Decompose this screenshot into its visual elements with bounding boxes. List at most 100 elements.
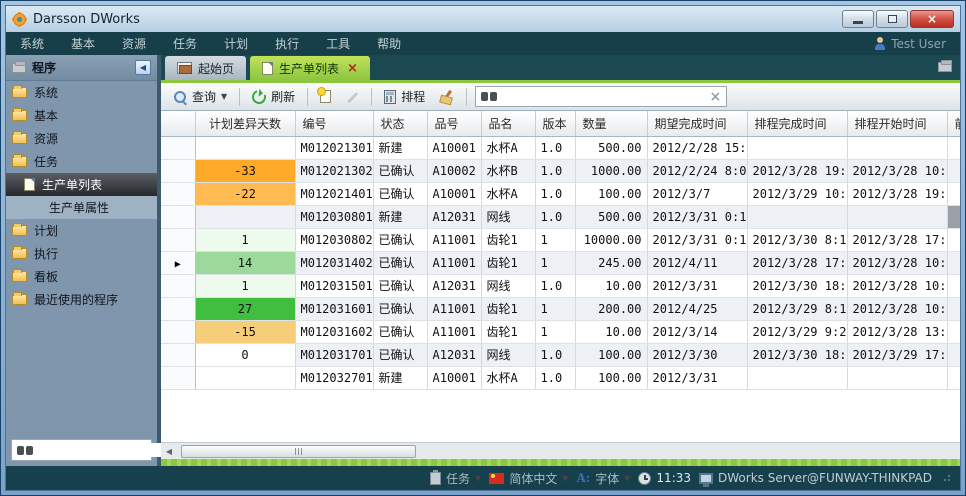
clean-button[interactable]	[435, 88, 458, 106]
close-button[interactable]: ×	[910, 10, 954, 28]
scrollbar-thumb[interactable]	[181, 445, 416, 458]
cell-extra[interactable]	[947, 366, 960, 389]
cell-name[interactable]: 网线	[481, 274, 535, 297]
menu-item-资源[interactable]: 资源	[122, 35, 146, 52]
grid-search-clear-icon[interactable]: ×	[709, 89, 721, 105]
cell-no[interactable]: M012031701	[295, 343, 373, 366]
table-row[interactable]: 0M012031701已确认A12031网线1.0100.002012/3/30…	[161, 343, 960, 366]
cell-no[interactable]: M012021401	[295, 182, 373, 205]
cell-status[interactable]: 已确认	[373, 274, 427, 297]
column-header-status[interactable]: 状态	[373, 111, 427, 136]
cell-name[interactable]: 齿轮1	[481, 320, 535, 343]
cell-item[interactable]: A11001	[427, 320, 481, 343]
column-header-ver[interactable]: 版本	[535, 111, 575, 136]
cell-qty[interactable]: 10.00	[575, 320, 647, 343]
cell-sched_end[interactable]: 2012/3/28 19:10	[747, 159, 847, 182]
row-selector-cell[interactable]	[161, 182, 195, 205]
table-row[interactable]: -22M012021401已确认A10001水杯A1.0100.002012/3…	[161, 182, 960, 205]
cell-no[interactable]: M012031602	[295, 320, 373, 343]
resize-grip[interactable]	[944, 475, 950, 481]
cell-name[interactable]: 水杯A	[481, 136, 535, 159]
cell-due[interactable]: 2012/2/28 15:00	[647, 136, 747, 159]
cell-qty[interactable]: 100.00	[575, 366, 647, 389]
tab-start-page[interactable]: 起始页	[165, 56, 246, 80]
cell-status[interactable]: 已确认	[373, 320, 427, 343]
sidebar-item-系统[interactable]: 系统	[6, 81, 157, 104]
cell-item[interactable]: A12031	[427, 205, 481, 228]
cell-sched_end[interactable]: 2012/3/30 8:15	[747, 228, 847, 251]
table-row[interactable]: M012021301新建A10001水杯A1.0500.002012/2/28 …	[161, 136, 960, 159]
cell-diff[interactable]	[195, 136, 295, 159]
cell-extra[interactable]	[947, 274, 960, 297]
cell-ver[interactable]: 1	[535, 228, 575, 251]
cell-item[interactable]: A11001	[427, 228, 481, 251]
cell-name[interactable]: 水杯B	[481, 159, 535, 182]
cell-due[interactable]: 2012/3/30	[647, 343, 747, 366]
cell-due[interactable]: 2012/3/31 0:10	[647, 205, 747, 228]
sidebar-collapse-button[interactable]: ◀	[135, 60, 151, 75]
cell-name[interactable]: 网线	[481, 343, 535, 366]
cell-item[interactable]: A10001	[427, 136, 481, 159]
cell-status[interactable]: 新建	[373, 136, 427, 159]
table-row[interactable]: -15M012031602已确认A11001齿轮1110.002012/3/14…	[161, 320, 960, 343]
statusbar-task-menu[interactable]: 任务 ▼	[430, 470, 481, 487]
cell-ver[interactable]: 1.0	[535, 136, 575, 159]
cell-sched_start[interactable]: 2012/3/28 10:52	[847, 251, 947, 274]
cell-no[interactable]: M012021302	[295, 159, 373, 182]
edit-button[interactable]	[341, 88, 363, 106]
cell-extra[interactable]: #	[947, 205, 960, 228]
cell-sched_start[interactable]: 2012/3/29 17:46	[847, 343, 947, 366]
cell-ver[interactable]: 1.0	[535, 159, 575, 182]
row-selector-cell[interactable]	[161, 297, 195, 320]
cell-sched_start[interactable]	[847, 136, 947, 159]
cell-extra[interactable]	[947, 343, 960, 366]
cell-no[interactable]: M012032701	[295, 366, 373, 389]
table-row[interactable]: 1M012030802已确认A11001齿轮1110000.002012/3/3…	[161, 228, 960, 251]
cell-sched_end[interactable]: 2012/3/30 18:00	[747, 274, 847, 297]
table-row[interactable]: -33M012021302已确认A10002水杯B1.01000.002012/…	[161, 159, 960, 182]
grid-search-box[interactable]: ×	[475, 86, 727, 107]
cell-item[interactable]: A11001	[427, 297, 481, 320]
row-selector-cell[interactable]	[161, 228, 195, 251]
menu-item-工具[interactable]: 工具	[326, 35, 350, 52]
cell-item[interactable]: A10001	[427, 182, 481, 205]
cell-status[interactable]: 已确认	[373, 228, 427, 251]
cell-diff[interactable]: 27	[195, 297, 295, 320]
cell-no[interactable]: M012031402	[295, 251, 373, 274]
user-indicator[interactable]: Test User	[874, 37, 946, 51]
cell-diff[interactable]: 14	[195, 251, 295, 274]
sidebar-item-资源[interactable]: 资源	[6, 127, 157, 150]
column-header-no[interactable]: 编号	[295, 111, 373, 136]
cell-diff[interactable]: 0	[195, 343, 295, 366]
cell-sched_end[interactable]	[747, 205, 847, 228]
cell-name[interactable]: 齿轮1	[481, 297, 535, 320]
row-selector-cell[interactable]	[161, 320, 195, 343]
cell-item[interactable]: A10002	[427, 159, 481, 182]
column-header-qty[interactable]: 数量	[575, 111, 647, 136]
cell-sched_end[interactable]: 2012/3/29 9:20	[747, 320, 847, 343]
cell-qty[interactable]: 245.00	[575, 251, 647, 274]
column-header-diff[interactable]: 计划差异天数	[195, 111, 295, 136]
cell-qty[interactable]: 100.00	[575, 343, 647, 366]
menu-item-基本[interactable]: 基本	[71, 35, 95, 52]
cell-extra[interactable]	[947, 297, 960, 320]
sidebar-item-看板[interactable]: 看板	[6, 265, 157, 288]
menu-item-执行[interactable]: 执行	[275, 35, 299, 52]
cell-ver[interactable]: 1.0	[535, 366, 575, 389]
cell-qty[interactable]: 100.00	[575, 182, 647, 205]
column-header-sched_start[interactable]: 排程开始时间	[847, 111, 947, 136]
cell-due[interactable]: 2012/3/31 0:17	[647, 228, 747, 251]
cell-ver[interactable]: 1.0	[535, 274, 575, 297]
statusbar-font-menu[interactable]: A: 字体 ▼	[577, 470, 631, 487]
column-header-name[interactable]: 品名	[481, 111, 535, 136]
cell-name[interactable]: 网线	[481, 205, 535, 228]
table-row[interactable]: M012032701新建A10001水杯A1.0100.002012/3/31	[161, 366, 960, 389]
row-selector-cell[interactable]	[161, 366, 195, 389]
query-button[interactable]: 查询 ▼	[169, 86, 231, 107]
cell-extra[interactable]	[947, 159, 960, 182]
cell-no[interactable]: M012030802	[295, 228, 373, 251]
sidebar-item-计划[interactable]: 计划	[6, 219, 157, 242]
cell-due[interactable]: 2012/3/7	[647, 182, 747, 205]
cell-ver[interactable]: 1.0	[535, 205, 575, 228]
row-selector-cell[interactable]	[161, 159, 195, 182]
